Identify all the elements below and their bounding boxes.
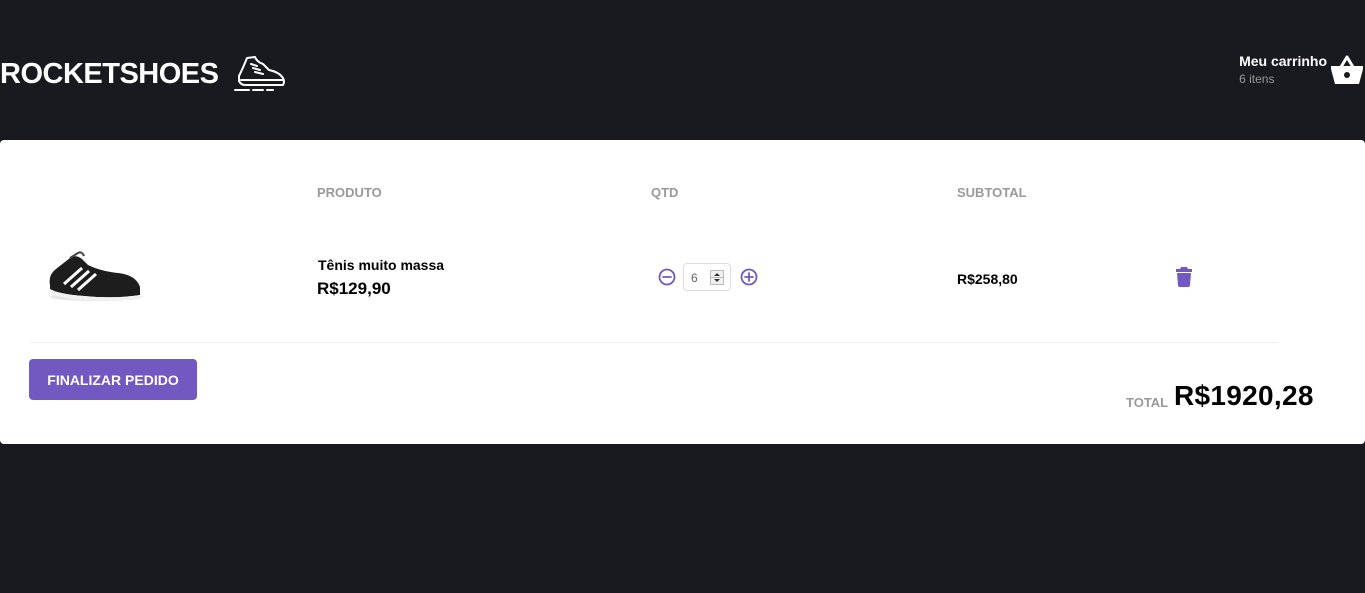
- finish-order-button[interactable]: FINALIZAR PEDIDO: [29, 359, 197, 400]
- total-label: TOTAL: [1126, 395, 1169, 410]
- spinner-divider: [711, 277, 723, 278]
- product-image: [49, 251, 142, 301]
- logo-link[interactable]: ROCKETSHOES: [0, 48, 287, 100]
- quantity-input[interactable]: 6: [683, 263, 731, 291]
- trash-icon: [1176, 267, 1192, 287]
- quantity-value: 6: [691, 271, 698, 285]
- spin-down-icon[interactable]: [714, 279, 720, 282]
- header: ROCKETSHOES Meu carrinho 6 itens: [0, 0, 1365, 140]
- column-header-subtotal: SUBTOTAL: [957, 185, 1027, 200]
- product-title: Tênis muito massa: [318, 257, 445, 273]
- product-price: R$129,90: [317, 279, 391, 298]
- spin-up-icon[interactable]: [714, 273, 720, 276]
- row-divider: [30, 342, 1278, 343]
- total-value: R$1920,28: [1174, 380, 1314, 411]
- cart-link[interactable]: Meu carrinho 6 itens: [1239, 50, 1365, 88]
- quantity-spinner[interactable]: [710, 270, 724, 285]
- plus-circle-icon: [740, 268, 758, 286]
- column-header-product: PRODUTO: [317, 185, 382, 200]
- decrement-button[interactable]: [658, 268, 676, 286]
- increment-button[interactable]: [740, 268, 758, 286]
- cart-summary: Meu carrinho 6 itens: [1239, 50, 1327, 86]
- delete-button[interactable]: [1175, 266, 1193, 288]
- cart-count: 6 itens: [1239, 72, 1275, 86]
- logo-text: ROCKETSHOES: [0, 57, 219, 90]
- column-header-quantity: QTD: [651, 185, 679, 200]
- product-subtotal: R$258,80: [957, 271, 1018, 287]
- cart-panel: PRODUTO QTD SUBTOTAL Tênis muito massa R…: [0, 140, 1365, 444]
- basket-icon: [1331, 55, 1363, 84]
- cart-title: Meu carrinho: [1239, 53, 1327, 69]
- sneaker-icon: [234, 56, 286, 91]
- minus-circle-icon: [658, 268, 676, 286]
